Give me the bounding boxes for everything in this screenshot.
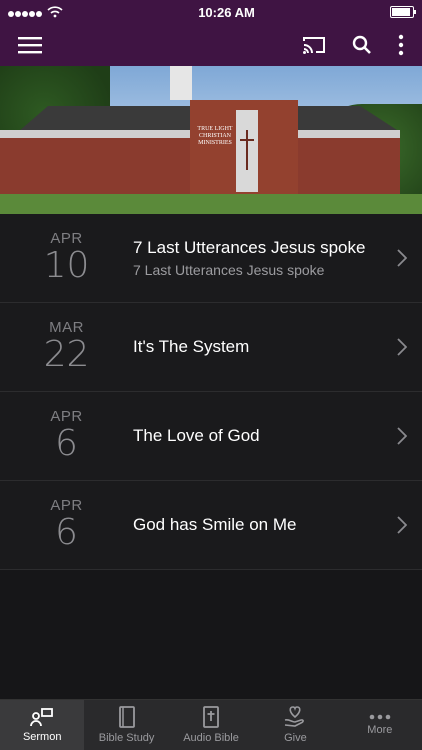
sermon-title: God has Smile on Me	[133, 515, 297, 534]
sermon-list: APR 10 7 Last Utterances Jesus spoke 7 L…	[0, 214, 422, 570]
battery-icon	[389, 6, 416, 18]
status-time: 10:26 AM	[198, 4, 255, 20]
sermon-title: The Love of God	[133, 426, 260, 445]
sermon-list-item[interactable]: MAR 22 It's The System	[0, 303, 422, 392]
sermon-subtitle: 7 Last Utterances Jesus spoke	[133, 262, 325, 278]
bible-cross-icon	[203, 706, 219, 728]
sermon-date: APR 6	[0, 498, 133, 552]
sermon-date: APR 6	[0, 409, 133, 463]
tab-label: Give	[284, 732, 307, 744]
sermon-title: 7 Last Utterances Jesus spoke	[133, 238, 366, 257]
sermon-text: 7 Last Utterances Jesus spoke 7 Last Utt…	[133, 238, 382, 278]
sermon-day: 6	[55, 512, 78, 553]
vertical-dots-icon[interactable]	[398, 34, 404, 56]
church-sign-text: TRUE LIGHT CHRISTIAN MINISTRIES	[197, 126, 233, 146]
sermon-text: The Love of God	[133, 426, 382, 446]
sermon-list-item[interactable]: APR 6 The Love of God	[0, 392, 422, 481]
chevron-right-icon	[382, 427, 422, 445]
chevron-right-icon	[382, 249, 422, 267]
wifi-icon	[47, 6, 63, 18]
chevron-right-icon	[382, 338, 422, 356]
church-hero-image: TRUE LIGHT CHRISTIAN MINISTRIES	[0, 66, 422, 214]
sermon-text: God has Smile on Me	[133, 515, 382, 535]
chevron-right-icon	[382, 516, 422, 534]
tab-label: Audio Bible	[183, 732, 239, 744]
tab-label: Sermon	[22, 731, 62, 743]
status-bar: 10:26 AM	[0, 0, 422, 24]
bottom-tab-bar: Sermon Bible Study Audio Bible Give More	[0, 699, 422, 750]
tab-label: More	[367, 724, 393, 736]
app-bar	[0, 24, 422, 66]
tab-label: Bible Study	[98, 732, 155, 744]
cross-panel	[236, 110, 258, 192]
give-heart-hand-icon	[285, 706, 305, 727]
sermon-title: It's The System	[133, 337, 250, 356]
sermon-list-item[interactable]: APR 6 God has Smile on Me	[0, 481, 422, 570]
app-bar-actions	[302, 34, 404, 56]
search-icon[interactable]	[352, 35, 372, 55]
cast-icon[interactable]	[302, 35, 326, 55]
status-left	[8, 5, 63, 20]
tab-bible-study[interactable]: Bible Study	[84, 700, 168, 750]
tab-audio-bible[interactable]: Audio Bible	[169, 700, 253, 750]
book-icon	[118, 706, 135, 728]
sermon-text: It's The System	[133, 337, 382, 357]
sermon-date: APR 10	[0, 231, 133, 285]
lawn	[0, 194, 422, 214]
steeple	[170, 66, 192, 100]
hamburger-menu-icon[interactable]	[18, 36, 42, 54]
tab-give[interactable]: Give	[253, 700, 337, 750]
sermon-day: 22	[43, 334, 90, 375]
sermon-day: 6	[55, 423, 78, 464]
tab-more[interactable]: More	[338, 700, 422, 750]
signal-icon	[8, 5, 43, 20]
sermon-day: 10	[43, 245, 90, 286]
tab-sermon[interactable]: Sermon	[0, 700, 85, 750]
more-dots-icon	[369, 714, 391, 720]
sermon-list-item[interactable]: APR 10 7 Last Utterances Jesus spoke 7 L…	[0, 214, 422, 303]
sermon-date: MAR 22	[0, 320, 133, 374]
sermon-icon	[30, 708, 54, 727]
